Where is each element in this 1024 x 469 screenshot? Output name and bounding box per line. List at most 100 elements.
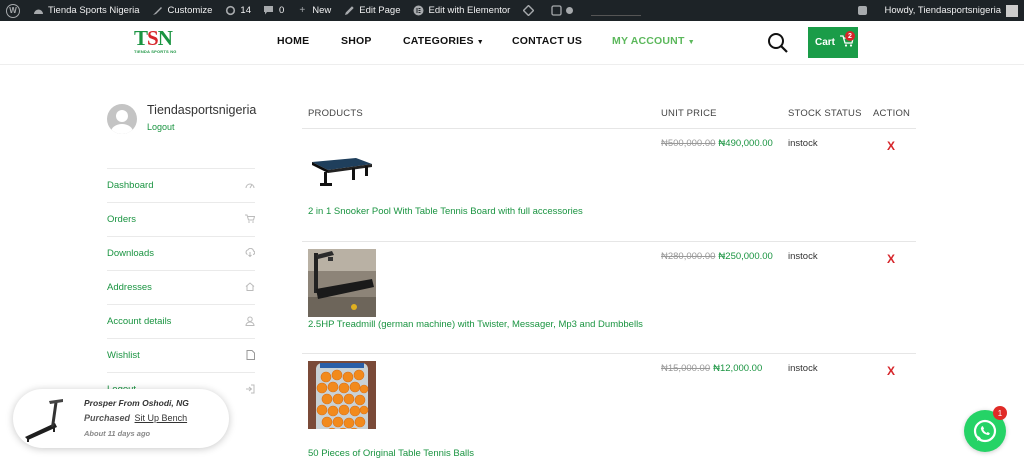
notification-product-image — [19, 393, 71, 445]
site-logo[interactable]: TSN TIENDA SPORTS NG — [134, 28, 178, 58]
cart-label: Cart — [815, 37, 836, 48]
notification-customer: Prosper From Oshodi, NG — [84, 398, 189, 408]
logo-subtitle: TIENDA SPORTS NG — [134, 49, 177, 54]
dashboard-icon — [32, 5, 44, 17]
whatsapp-unread-badge: 1 — [993, 406, 1007, 420]
account-menu-wishlist[interactable]: Wishlist — [107, 338, 255, 372]
notification-product-link[interactable]: Sit Up Bench — [135, 413, 188, 423]
plus-icon: + — [299, 5, 306, 16]
account-username: Tiendasportsnigeria — [147, 103, 257, 117]
logo-text: TSN — [134, 26, 173, 50]
product-name-link[interactable]: 2 in 1 Snooker Pool With Table Tennis Bo… — [308, 206, 583, 217]
col-header-stock-status: STOCK STATUS — [788, 108, 862, 119]
refresh-icon — [224, 5, 236, 17]
comments-link[interactable]: 0 — [257, 0, 290, 21]
diamond-icon — [522, 5, 534, 17]
old-price: ₦280,000.00 — [661, 251, 716, 262]
chevron-down-icon: ▼ — [476, 39, 484, 46]
stock-status: instock — [788, 363, 818, 374]
sale-price: ₦490,000.00 — [718, 138, 773, 149]
notifications-link[interactable] — [850, 0, 878, 21]
menu-item-label: Downloads — [107, 248, 154, 259]
account-logout-link[interactable]: Logout — [147, 122, 175, 132]
old-price: ₦15,000.00 — [661, 363, 711, 374]
menu-item-label: Wishlist — [107, 350, 140, 361]
nav-my-account[interactable]: MY ACCOUNT ▼ — [612, 35, 695, 47]
gauge-icon — [245, 181, 255, 191]
nav-shop[interactable]: SHOP — [341, 35, 372, 47]
nav-categories-label: CATEGORIES — [403, 35, 474, 47]
customize-link[interactable]: Customize — [146, 0, 219, 21]
edit-elementor-label: Edit with Elementor — [428, 5, 511, 16]
nav-categories[interactable]: CATEGORIES ▼ — [403, 35, 484, 47]
product-name-link[interactable]: 2.5HP Treadmill (german machine) with Tw… — [308, 319, 643, 330]
user-icon — [245, 316, 255, 328]
comment-icon — [263, 5, 275, 17]
remove-item-button[interactable]: X — [887, 139, 895, 153]
pencil-icon — [343, 5, 355, 17]
notification-purchase-line: Purchased Sit Up Bench — [84, 413, 187, 423]
user-avatar — [107, 104, 137, 134]
search-icon[interactable] — [767, 32, 789, 54]
edit-page-link[interactable]: Edit Page — [337, 0, 406, 21]
account-menu-downloads[interactable]: Downloads — [107, 236, 256, 270]
site-name-label: Tienda Sports Nigeria — [48, 5, 140, 16]
elementor-icon — [413, 5, 425, 17]
account-menu-addresses[interactable]: Addresses — [107, 270, 255, 304]
howdy-label: Howdy, Tiendasportsnigeria — [884, 5, 1001, 16]
brush-icon — [152, 5, 164, 17]
wordpress-logo-icon: W — [6, 3, 20, 18]
product-name-link[interactable]: 50 Pieces of Original Table Tennis Balls — [308, 448, 474, 459]
menu-item-label: Dashboard — [107, 180, 154, 191]
yoast-link[interactable] — [544, 0, 579, 21]
my-account-link[interactable]: Howdy, Tiendasportsnigeria — [878, 0, 1024, 21]
product-price: ₦500,000.00 ₦490,000.00 — [661, 138, 773, 149]
notification-purchased-label: Purchased — [84, 413, 131, 423]
sale-price: ₦250,000.00 — [718, 251, 773, 262]
account-menu-dashboard[interactable]: Dashboard — [107, 168, 255, 202]
wordpress-menu[interactable]: W — [0, 0, 26, 21]
remove-item-button[interactable]: X — [887, 364, 895, 378]
document-icon — [245, 349, 255, 362]
nav-my-account-label: MY ACCOUNT — [612, 35, 685, 47]
site-name-link[interactable]: Tienda Sports Nigeria — [26, 0, 146, 21]
new-content-link[interactable]: + New — [290, 0, 337, 21]
product-image-tennis-balls[interactable] — [308, 361, 376, 429]
seo-status-dot-icon — [566, 7, 574, 14]
menu-item-label: Addresses — [107, 282, 152, 293]
account-menu-account-details[interactable]: Account details — [107, 304, 255, 338]
purchase-notification-popup[interactable]: Prosper From Oshodi, NG Purchased Sit Up… — [13, 389, 229, 448]
nav-contact[interactable]: CONTACT US — [512, 35, 582, 47]
product-image-treadmill[interactable] — [308, 249, 376, 317]
product-price: ₦15,000.00 ₦12,000.00 — [661, 363, 762, 374]
account-menu: Dashboard Orders Downloads Addresses Acc… — [107, 168, 256, 406]
updates-count: 14 — [240, 5, 251, 16]
cart-count-badge: 2 — [845, 31, 855, 41]
home-icon — [245, 282, 255, 293]
download-icon — [245, 247, 256, 259]
updates-link[interactable]: 14 — [218, 0, 257, 21]
col-header-products: PRODUCTS — [308, 108, 363, 119]
row-divider — [302, 241, 916, 242]
col-header-unit-price: UNIT PRICE — [661, 108, 717, 119]
comments-count: 0 — [278, 5, 285, 16]
edit-elementor-link[interactable]: Edit with Elementor — [407, 0, 517, 21]
menu-item-label: Account details — [107, 316, 172, 327]
product-image-pool-table[interactable] — [308, 146, 376, 214]
yoast-icon — [550, 5, 562, 17]
table-header-divider — [302, 128, 916, 129]
new-label: New — [312, 5, 332, 16]
admin-avatar — [1006, 4, 1018, 17]
menu-item-label: Orders — [107, 214, 137, 225]
remove-item-button[interactable]: X — [887, 252, 895, 266]
logout-icon — [245, 384, 255, 396]
account-menu-orders[interactable]: Orders — [107, 202, 256, 236]
sale-price: ₦12,000.00 — [713, 363, 763, 374]
stats-sparkline[interactable] — [591, 6, 642, 16]
col-header-action: ACTION — [873, 108, 911, 119]
admin-bar: W Tienda Sports Nigeria Customize 14 0 +… — [0, 0, 1024, 21]
nav-home[interactable]: HOME — [277, 35, 309, 47]
chevron-down-icon: ▼ — [687, 39, 695, 46]
diamond-plugin-link[interactable] — [516, 0, 544, 21]
cart-button[interactable]: Cart 2 — [808, 27, 858, 58]
